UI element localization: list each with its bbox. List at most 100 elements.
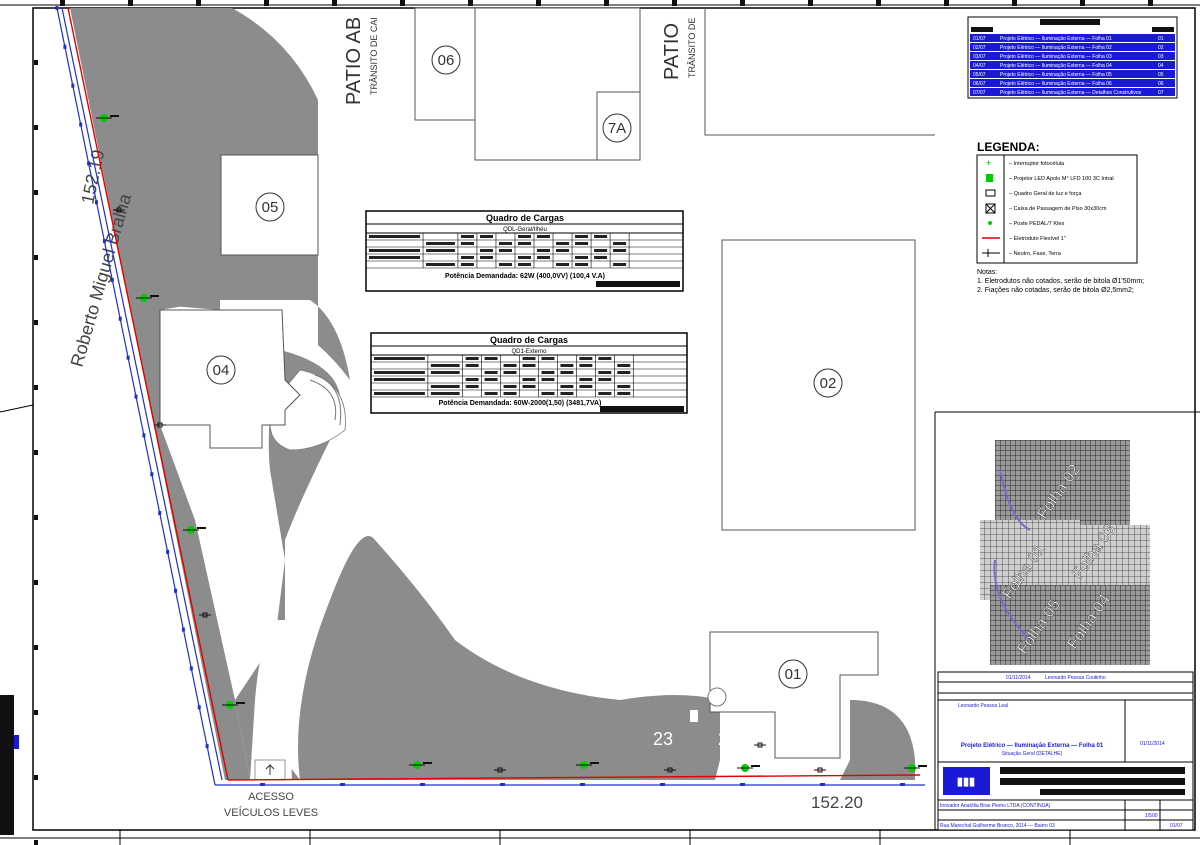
site-plan-drawing: 06 7A 05 04 02 01 23 24 PATIO AB TRÂNSIT…: [0, 0, 1200, 845]
ruler-mark: [1080, 0, 1085, 6]
ruler-mark: [400, 0, 405, 6]
load-table-2-footer: Potência Demandada: 60W-2000(1,50) (3481…: [439, 400, 602, 407]
junction-mark: [814, 767, 826, 773]
sheet-index-row: 05/07 Projeto Elétrico — Iluminação Exter…: [970, 70, 1175, 78]
patio-right-label: PATIO: [661, 23, 683, 80]
sheet-index-desc: Projeto Elétrico — Iluminação Externa — …: [1000, 36, 1112, 42]
boundary-marker: [63, 44, 67, 49]
boundary-marker: [118, 316, 122, 321]
patio-ab-label: PATIO AB: [343, 17, 365, 105]
ruler-mark: [34, 385, 38, 390]
ruler-mark: [34, 450, 38, 455]
boundary-marker: [500, 783, 505, 786]
ruler-mark: [34, 190, 38, 195]
sheet-index-code: 04/07: [973, 63, 986, 69]
load-table-1: Quadro de Cargas QDL-Geral/Ilhéu Potênci…: [365, 210, 684, 292]
boundary-marker: [174, 588, 177, 593]
left-edge-block: [0, 695, 14, 835]
boundary-marker: [189, 666, 193, 671]
load-table-1-footer: Potência Demandada: 62W (400,0VV) (100,4…: [445, 273, 605, 280]
boundary-marker: [197, 705, 201, 710]
sheet-index-desc: Projeto Elétrico — Iluminação Externa — …: [1000, 72, 1112, 78]
boundary-marker: [420, 783, 425, 786]
tb-client: Inovador Anatólia Bras Piemo LTDA (CONTI…: [940, 803, 1051, 809]
boundary-marker: [110, 277, 114, 282]
ruler-mark: [808, 0, 813, 6]
ruler-mark: [34, 60, 38, 65]
sheet-index-code: 01/07: [973, 36, 986, 42]
sheet-index-desc: Projeto Elétrico — Iluminação Externa — …: [1000, 81, 1112, 87]
junction-box-icon: [985, 189, 996, 197]
boundary-marker: [900, 783, 905, 786]
access-label-2: VEÍCULOS LEVES: [224, 806, 318, 819]
legend-note-1: 1. Eletrodutos não cotados, serão de bit…: [977, 278, 1144, 285]
ruler-mark: [876, 0, 881, 6]
led-luminaire-icon: [986, 174, 993, 182]
sheet-index-row: 02/07 Projeto Elétrico — Iluminação Exter…: [970, 43, 1175, 51]
access-label-1: ACESSO: [248, 791, 294, 803]
load-table-2-subtitle: QD1-Externo: [511, 349, 547, 355]
ruler-mark: [536, 0, 541, 6]
tb-address: Rua Marechal Guilherme Branco, 2014 — Ba…: [940, 823, 1055, 829]
pull-box-icon: [985, 203, 996, 214]
boundary-marker: [102, 239, 106, 244]
ruler-mark: [1012, 0, 1017, 6]
legend-title: LEGENDA:: [977, 140, 1040, 154]
ruler-mark: [468, 0, 473, 6]
sheet-index-row: 01/07 Projeto Elétrico — Iluminação Exter…: [970, 34, 1175, 42]
patio-right-sub: TRÂNSITO DE: [687, 18, 697, 78]
boundary-marker: [181, 627, 185, 632]
legend-item-label: – Quadro Geral de luz e força: [1009, 191, 1082, 197]
load-table-1-title: Quadro de Cargas: [486, 213, 564, 223]
ruler-mark: [944, 0, 949, 6]
ruler-mark: [196, 0, 201, 6]
sheet-index-code: 03/07: [973, 54, 986, 60]
sheet-index-code: 07/07: [973, 90, 986, 96]
ruler-mark: [34, 125, 38, 130]
sheet-index-desc: Projeto Elétrico — Iluminação Externa — …: [1000, 45, 1112, 51]
tb-author: Leonardo Pessoa Coutinho: [1045, 675, 1106, 681]
boundary-marker: [95, 200, 98, 205]
ruler-mark: [34, 840, 38, 845]
ruler-mark: [34, 515, 38, 520]
ruler-mark: [264, 0, 269, 6]
label-06: 06: [438, 52, 455, 69]
label-01: 01: [785, 666, 802, 683]
boundary-marker: [158, 511, 162, 516]
tb-sheet: 01/07: [1170, 823, 1183, 829]
ruler-mark: [34, 255, 38, 260]
legend-item-label: – Interruptor fotocélula: [1009, 161, 1065, 167]
dimension-bottom: 152.20: [811, 793, 863, 812]
sheet-index-code: 06/07: [973, 81, 986, 87]
boundary-marker: [205, 744, 209, 749]
sheet-index-rev: 01: [1158, 36, 1164, 42]
sheet-index-rev: 07: [1158, 90, 1164, 96]
sheet-index-rev: 06: [1158, 81, 1164, 87]
ruler-mark: [672, 0, 677, 6]
boundary-marker: [142, 433, 146, 438]
boundary-marker: [150, 472, 154, 477]
tb-project-line: Projeto Elétrico — Iluminação Externa — …: [961, 743, 1104, 749]
sheet-index-table: 01/07 Projeto Elétrico — Iluminação Exter…: [967, 16, 1178, 99]
ruler-mark: [34, 580, 38, 585]
legend-note-2: 2. Fiações não cotadas, serão de bitola …: [977, 287, 1134, 294]
ruler-mark: [34, 645, 38, 650]
boundary-marker: [740, 783, 745, 786]
legend-item-label: – Neutro, Fase, Terra: [1009, 251, 1062, 257]
boundary-marker: [166, 549, 170, 554]
boundary-marker: [134, 394, 138, 399]
tb-date-1: 01/11/2014: [1006, 675, 1031, 681]
boundary-marker: [820, 783, 825, 786]
building-02: [721, 239, 916, 531]
load-table-2-title: Quadro de Cargas: [490, 335, 568, 345]
sheet-index-desc: Projeto Elétrico — Iluminação Externa — …: [1000, 63, 1112, 69]
ruler-mark: [1148, 0, 1153, 6]
title-block: 01/11/2014 Leonardo Pessoa Coutinho Leon…: [937, 671, 1194, 831]
boundary-marker: [660, 783, 665, 786]
tb-scale: 1/500: [1145, 813, 1158, 819]
legend-item-label: – Caixa de Passagem de Piso 30x30cm: [1009, 206, 1107, 212]
svg-text:▮▮▮: ▮▮▮: [957, 776, 975, 788]
boundary-marker: [260, 783, 265, 786]
boundary-marker: [71, 83, 75, 88]
ruler-mark: [34, 320, 38, 325]
